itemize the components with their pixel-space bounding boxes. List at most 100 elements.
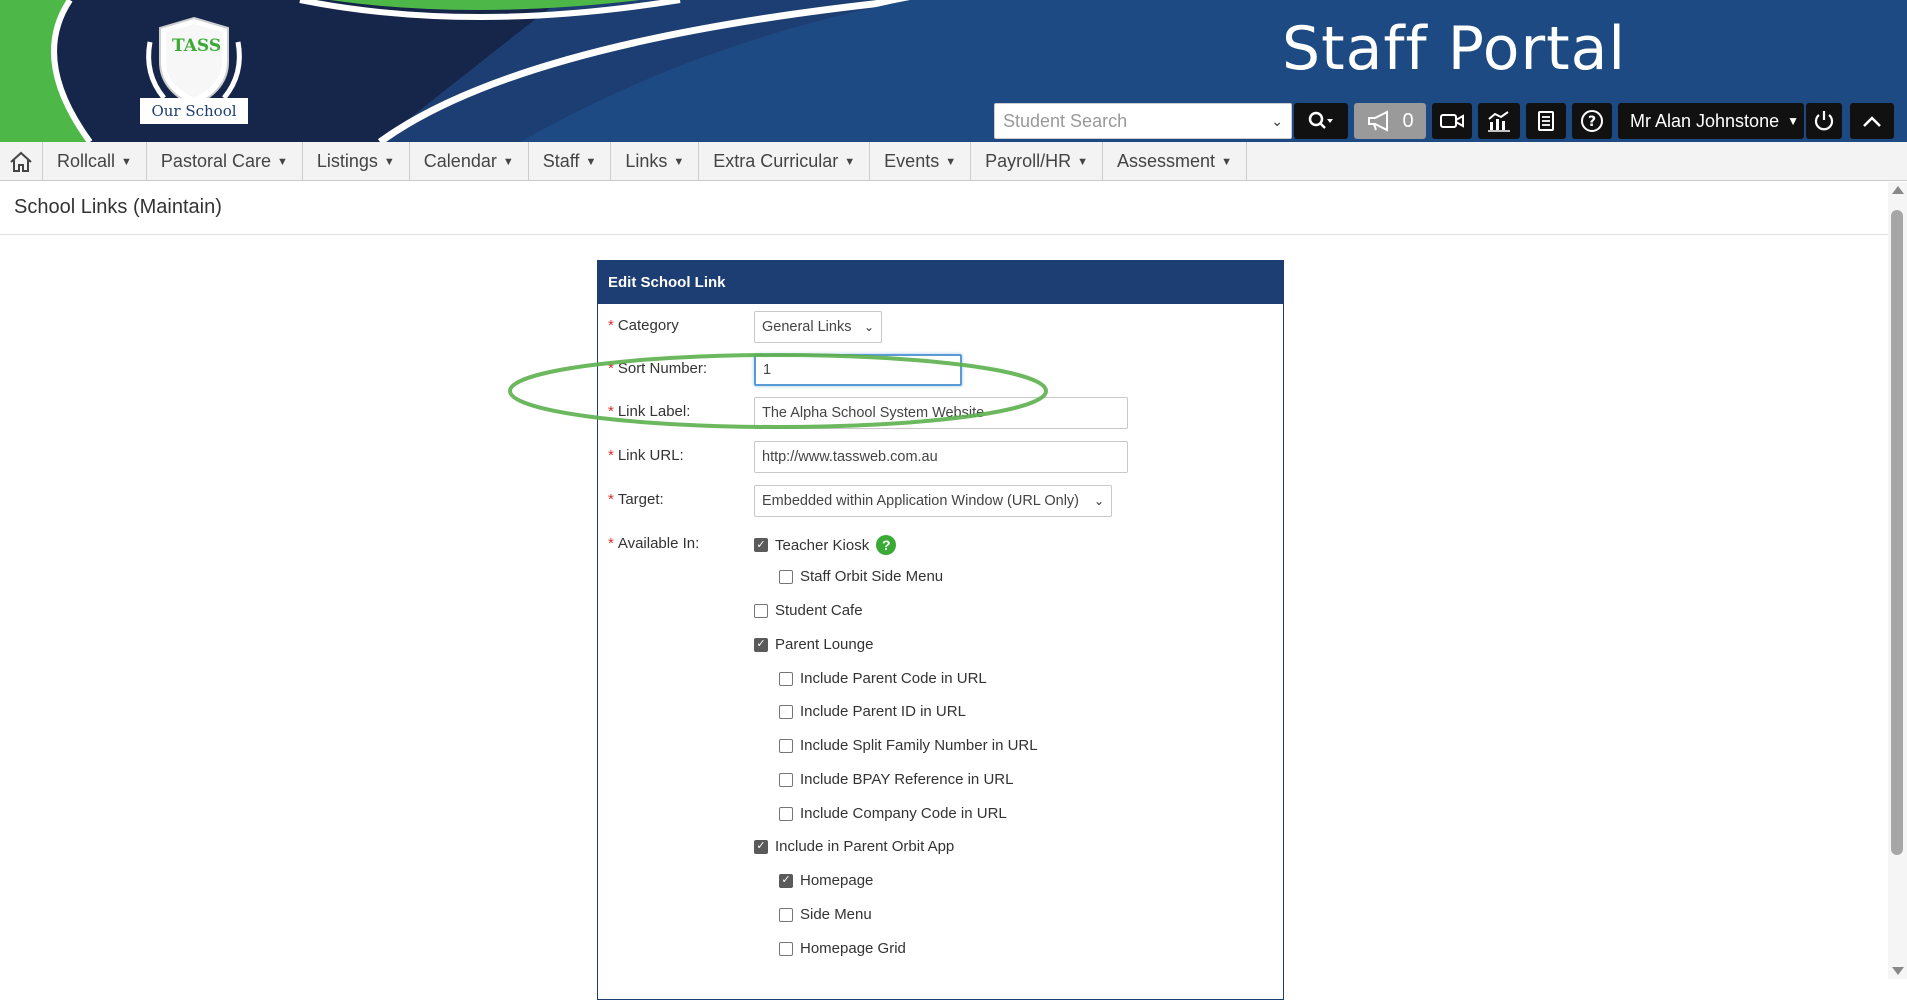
option-label: Staff Orbit Side Menu <box>800 568 944 585</box>
checkbox[interactable]: ✓ <box>779 873 793 888</box>
home-icon <box>10 151 32 172</box>
checkbox[interactable] <box>754 603 768 618</box>
link-url-label-text: Link URL: <box>617 447 684 464</box>
nav-label: Calendar <box>423 151 497 171</box>
option-parent-lounge[interactable]: ✓ Parent Lounge <box>754 636 873 653</box>
nav-label: Events <box>884 151 940 171</box>
option-side-menu[interactable]: Side Menu <box>779 906 872 923</box>
nav-staff[interactable]: Staff ▼ <box>529 142 612 181</box>
user-menu-button[interactable]: Mr Alan Johnstone ▼ <box>1618 103 1804 139</box>
nav-pastoral-care[interactable]: Pastoral Care ▼ <box>147 142 303 181</box>
nav-label: Rollcall <box>57 151 116 171</box>
option-include-bpay-reference[interactable]: Include BPAY Reference in URL <box>779 771 1013 788</box>
checkbox[interactable]: ✓ <box>754 637 768 652</box>
option-label: Include Parent Code in URL <box>800 670 987 687</box>
nav-payroll-hr[interactable]: Payroll/HR ▼ <box>971 142 1104 181</box>
nav-assessment[interactable]: Assessment ▼ <box>1103 142 1247 181</box>
chart-icon <box>1488 111 1510 132</box>
question-icon: ? <box>1581 110 1603 132</box>
checkbox[interactable] <box>779 772 793 787</box>
checkbox[interactable] <box>779 806 793 821</box>
school-logo[interactable]: TASS Our School <box>136 14 252 126</box>
category-select[interactable]: General Links ⌄ <box>754 311 882 343</box>
nav-events[interactable]: Events ▼ <box>870 142 972 181</box>
option-include-split-family-number[interactable]: Include Split Family Number in URL <box>779 737 1038 754</box>
option-label: Homepage <box>800 872 874 889</box>
option-label: Include Company Code in URL <box>800 805 1007 822</box>
option-staff-orbit-side-menu[interactable]: Staff Orbit Side Menu <box>779 568 943 585</box>
category-value: General Links <box>762 319 852 335</box>
search-button[interactable] <box>1294 103 1348 139</box>
option-include-parent-id[interactable]: Include Parent ID in URL <box>779 703 966 720</box>
search-placeholder: Student Search <box>1003 110 1128 131</box>
checkbox[interactable]: ✓ <box>754 538 768 552</box>
checkbox[interactable] <box>779 704 793 719</box>
logo-caption: Our School <box>151 102 237 120</box>
main-nav: Rollcall ▼ Pastoral Care ▼ Listings ▼ Calen… <box>0 142 1907 181</box>
category-label: * Category <box>608 317 679 334</box>
checkbox[interactable] <box>779 671 793 686</box>
target-value: Embedded within Application Window (URL … <box>762 493 1079 509</box>
user-name: Mr Alan Johnstone <box>1630 110 1780 131</box>
video-button[interactable] <box>1432 103 1472 139</box>
option-student-cafe[interactable]: Student Cafe <box>754 602 863 619</box>
notifications-button[interactable]: 0 <box>1354 103 1426 139</box>
collapse-header-button[interactable] <box>1850 103 1894 139</box>
option-label: Side Menu <box>800 906 872 923</box>
nav-label: Extra Curricular <box>713 151 839 171</box>
home-button[interactable] <box>0 142 43 181</box>
option-include-parent-code[interactable]: Include Parent Code in URL <box>779 670 987 687</box>
checkbox[interactable] <box>779 907 793 922</box>
target-select[interactable]: Embedded within Application Window (URL … <box>754 485 1112 517</box>
student-search-input[interactable]: Student Search ⌄ <box>994 103 1292 139</box>
nav-listings[interactable]: Listings ▼ <box>303 142 410 181</box>
checkbox[interactable] <box>779 941 793 956</box>
chevron-down-icon: ⌄ <box>1093 494 1104 508</box>
target-label-text: Target: <box>617 491 664 508</box>
checkbox[interactable] <box>779 738 793 753</box>
caret-down-icon: ▼ <box>1221 155 1232 168</box>
power-icon <box>1814 111 1834 131</box>
option-label: Teacher Kiosk <box>775 536 870 554</box>
header-banner: TASS Our School Staff Portal Student Sea… <box>0 0 1907 142</box>
chevron-down-icon[interactable]: ⌄ <box>1271 113 1283 130</box>
option-label: Homepage Grid <box>800 940 906 957</box>
scroll-thumb[interactable] <box>1891 210 1903 855</box>
option-teacher-kiosk[interactable]: ✓ Teacher Kiosk ? <box>754 535 897 555</box>
svg-text:?: ? <box>1588 114 1596 130</box>
analytics-button[interactable] <box>1478 103 1520 139</box>
scroll-up-arrow-icon[interactable] <box>1892 186 1904 194</box>
nav-extra-curricular[interactable]: Extra Curricular ▼ <box>699 142 871 181</box>
required-mark: * <box>608 447 614 464</box>
option-homepage-grid[interactable]: Homepage Grid <box>779 940 906 957</box>
nav-label: Staff <box>542 151 580 171</box>
nav-rollcall[interactable]: Rollcall ▼ <box>43 142 147 181</box>
portal-title: Staff Portal <box>1282 14 1627 84</box>
nav-calendar[interactable]: Calendar ▼ <box>410 142 529 181</box>
option-include-company-code[interactable]: Include Company Code in URL <box>779 805 1007 822</box>
option-include-parent-orbit-app[interactable]: ✓ Include in Parent Orbit App <box>754 838 954 855</box>
option-label: Include BPAY Reference in URL <box>800 771 1014 788</box>
logout-button[interactable] <box>1806 103 1842 139</box>
option-label: Include Parent ID in URL <box>800 703 966 720</box>
required-mark: * <box>608 317 614 334</box>
checkbox[interactable] <box>779 569 793 584</box>
option-label: Parent Lounge <box>775 636 874 653</box>
title-divider <box>0 234 1888 235</box>
help-circle-icon[interactable]: ? <box>876 535 897 555</box>
caret-down-icon: ▼ <box>502 155 514 168</box>
highlight-ellipse <box>508 353 1048 429</box>
option-label: Include Split Family Number in URL <box>800 737 1038 754</box>
notification-count: 0 <box>1402 109 1414 132</box>
scroll-down-arrow-icon[interactable] <box>1892 967 1904 975</box>
checkbox[interactable]: ✓ <box>754 839 768 854</box>
option-homepage[interactable]: ✓ Homepage <box>779 872 873 889</box>
video-camera-icon <box>1440 114 1464 128</box>
link-url-label: * Link URL: <box>608 447 684 464</box>
logo-text: TASS <box>172 36 222 56</box>
link-url-input[interactable]: http://www.tassweb.com.au <box>754 441 1128 473</box>
nav-links[interactable]: Links ▼ <box>611 142 700 181</box>
notes-button[interactable] <box>1526 103 1566 139</box>
page-scrollbar[interactable] <box>1888 182 1907 979</box>
help-button[interactable]: ? <box>1572 103 1612 139</box>
